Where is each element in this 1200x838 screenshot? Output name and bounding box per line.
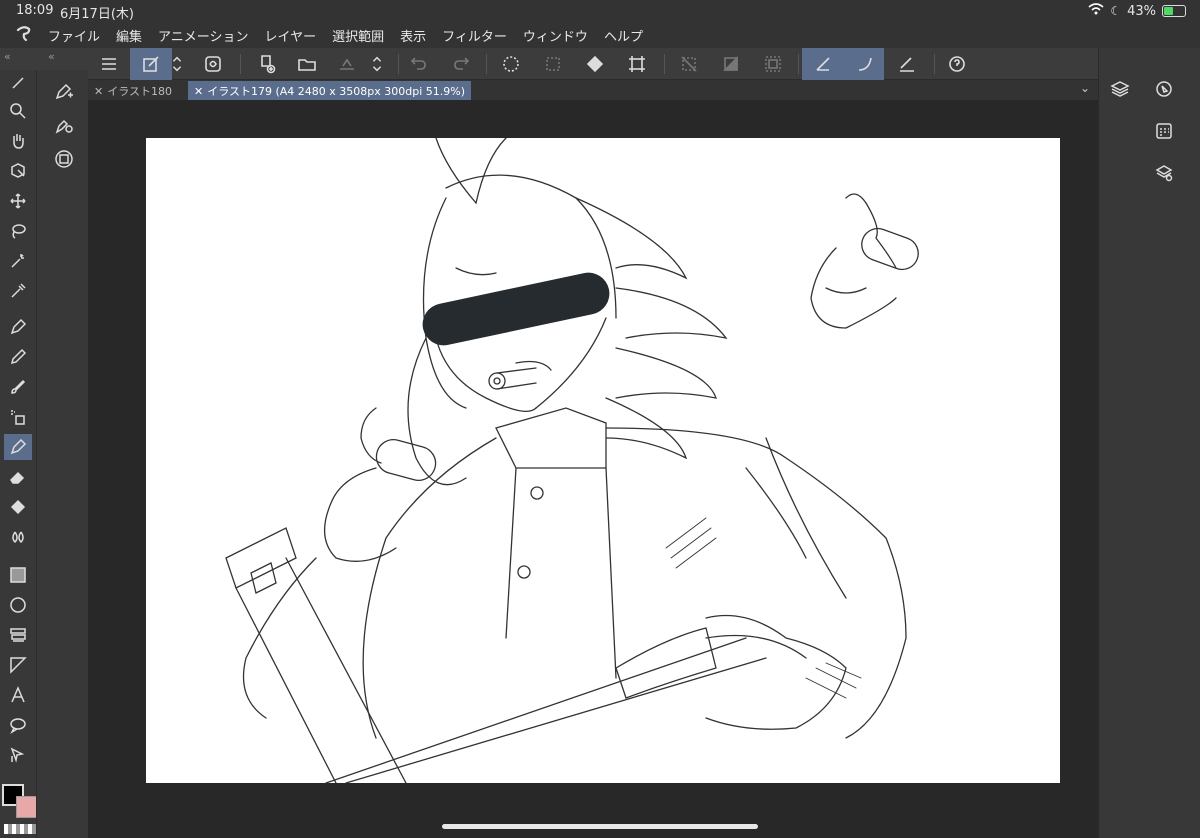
quick-access-icon[interactable] — [136, 51, 166, 77]
tool-pen-icon[interactable] — [4, 314, 32, 340]
tool-text-icon[interactable] — [4, 682, 32, 708]
tool-fill-icon[interactable] — [4, 494, 32, 520]
tab-illust-180[interactable]: ✕ イラスト180 — [88, 81, 178, 100]
moon-icon: ☾ — [1110, 4, 1122, 18]
chevron-down-icon[interactable]: ⌄ — [1080, 81, 1090, 95]
tool-balloon-icon[interactable] — [4, 712, 32, 738]
tool-magic-wand-icon[interactable] — [4, 248, 32, 274]
home-indicator[interactable] — [442, 824, 758, 829]
help-icon[interactable] — [942, 51, 972, 77]
tool-move-icon[interactable] — [4, 188, 32, 214]
separator — [240, 54, 241, 74]
sub-view-icon[interactable] — [1149, 116, 1179, 146]
save-icon[interactable] — [332, 51, 362, 77]
tool-lasso-icon[interactable] — [4, 218, 32, 244]
tool-blend-icon[interactable] — [4, 524, 32, 550]
tool-eyedropper-icon[interactable] — [4, 278, 32, 304]
sketch-artwork — [225, 138, 919, 783]
select-all-icon[interactable] — [758, 51, 788, 77]
up-down-chevron-icon[interactable] — [168, 51, 186, 77]
tool-correct-line-icon[interactable] — [4, 742, 32, 768]
redo-icon[interactable] — [446, 51, 476, 77]
close-icon[interactable]: ✕ — [94, 85, 103, 98]
undo-icon[interactable] — [404, 51, 434, 77]
menu-help[interactable]: ヘルプ — [604, 26, 643, 45]
tool-frame-icon[interactable] — [4, 622, 32, 648]
tab-illust-179[interactable]: ✕ イラスト179 (A4 2480 x 3508px 300dpi 51.9%) — [188, 81, 472, 100]
tool-brush-icon[interactable] — [4, 374, 32, 400]
canvas-area — [88, 100, 1098, 838]
menu-filter[interactable]: フィルター — [442, 26, 507, 45]
tool-airbrush-icon[interactable] — [4, 404, 32, 430]
tool-brush-mini-icon[interactable] — [4, 70, 32, 96]
transform-icon[interactable] — [622, 51, 652, 77]
transparent-color-swatch[interactable] — [4, 824, 40, 834]
tool-hand-icon[interactable] — [4, 128, 32, 154]
tool-palette — [0, 70, 36, 838]
censor-bar — [422, 272, 610, 346]
menu-file[interactable]: ファイル — [48, 26, 100, 45]
material-icon[interactable] — [1149, 158, 1179, 188]
right-panel — [1098, 48, 1200, 838]
tool-pencil-icon[interactable] — [4, 344, 32, 370]
sub-color-swatch[interactable] — [16, 796, 38, 818]
layers-icon[interactable] — [1105, 74, 1135, 104]
tool-ruler-icon[interactable] — [4, 652, 32, 678]
fill-icon[interactable] — [580, 51, 610, 77]
new-canvas-icon[interactable] — [252, 51, 282, 77]
menu-layer[interactable]: レイヤー — [265, 26, 317, 45]
tool-decoration-icon[interactable] — [4, 434, 32, 460]
canvas-tab-bar: ✕ イラスト180 ✕ イラスト179 (A4 2480 x 3508px 300d… — [88, 80, 1098, 100]
status-right: ☾ 43% — [1088, 3, 1186, 19]
collapse-left-icon[interactable]: « — [4, 50, 11, 63]
command-bar: « « ‹ » « › — [0, 48, 1200, 80]
hide-selection-icon[interactable] — [674, 51, 704, 77]
separator — [664, 54, 665, 74]
navigator-icon[interactable] — [1149, 74, 1179, 104]
status-date: 6月17日(木) — [60, 7, 134, 22]
tab-label: イラスト179 (A4 2480 x 3508px 300dpi 51.9%) — [207, 85, 466, 98]
separator — [398, 54, 399, 74]
clear-selection-icon[interactable] — [538, 51, 568, 77]
tool-figure-icon[interactable] — [4, 592, 32, 618]
battery-icon — [1162, 5, 1186, 17]
snap-special-ruler-icon[interactable] — [850, 51, 880, 77]
status-bar: 18:09 6月17日(木) ☾ 43% — [0, 0, 1200, 22]
menu-bar: ファイル 編集 アニメーション レイヤー 選択範囲 表示 フィルター ウィンドウ… — [0, 22, 1200, 48]
separator — [798, 54, 799, 74]
companion-mode-icon[interactable] — [198, 51, 228, 77]
tool-zoom-icon[interactable] — [4, 98, 32, 124]
deselect-icon[interactable] — [496, 51, 526, 77]
snap-grid-icon[interactable] — [892, 51, 922, 77]
battery-percent: 43% — [1127, 3, 1156, 19]
save-chevron-icon[interactable] — [368, 51, 386, 77]
sub-tool-palette — [36, 70, 88, 838]
wifi-icon — [1088, 3, 1104, 19]
tool-gradient-icon[interactable] — [4, 562, 32, 588]
menu-window[interactable]: ウィンドウ — [523, 26, 588, 45]
separator — [486, 54, 487, 74]
tool-object-icon[interactable] — [4, 158, 32, 184]
subtool-pen-plus-icon[interactable] — [51, 78, 77, 104]
snap-ruler-icon[interactable] — [808, 51, 838, 77]
separator — [934, 54, 935, 74]
menu-animation[interactable]: アニメーション — [158, 26, 248, 45]
subtool-layer-icon[interactable] — [51, 146, 77, 172]
hamburger-menu-icon[interactable] — [94, 51, 124, 77]
drawing-canvas[interactable] — [146, 138, 1060, 783]
menu-edit[interactable]: 編集 — [116, 26, 142, 45]
tab-label: イラスト180 — [107, 85, 172, 98]
subtool-settings-icon[interactable] — [51, 112, 77, 138]
collapse-subtool-icon[interactable]: « — [48, 50, 55, 63]
tool-eraser-icon[interactable] — [4, 464, 32, 490]
status-time: 18:09 — [16, 3, 54, 18]
menu-view[interactable]: 表示 — [400, 26, 426, 45]
app-logo-icon[interactable] — [0, 24, 48, 47]
menu-selection[interactable]: 選択範囲 — [332, 26, 384, 45]
open-folder-icon[interactable] — [292, 51, 322, 77]
invert-selection-icon[interactable] — [716, 51, 746, 77]
close-icon[interactable]: ✕ — [194, 85, 203, 98]
